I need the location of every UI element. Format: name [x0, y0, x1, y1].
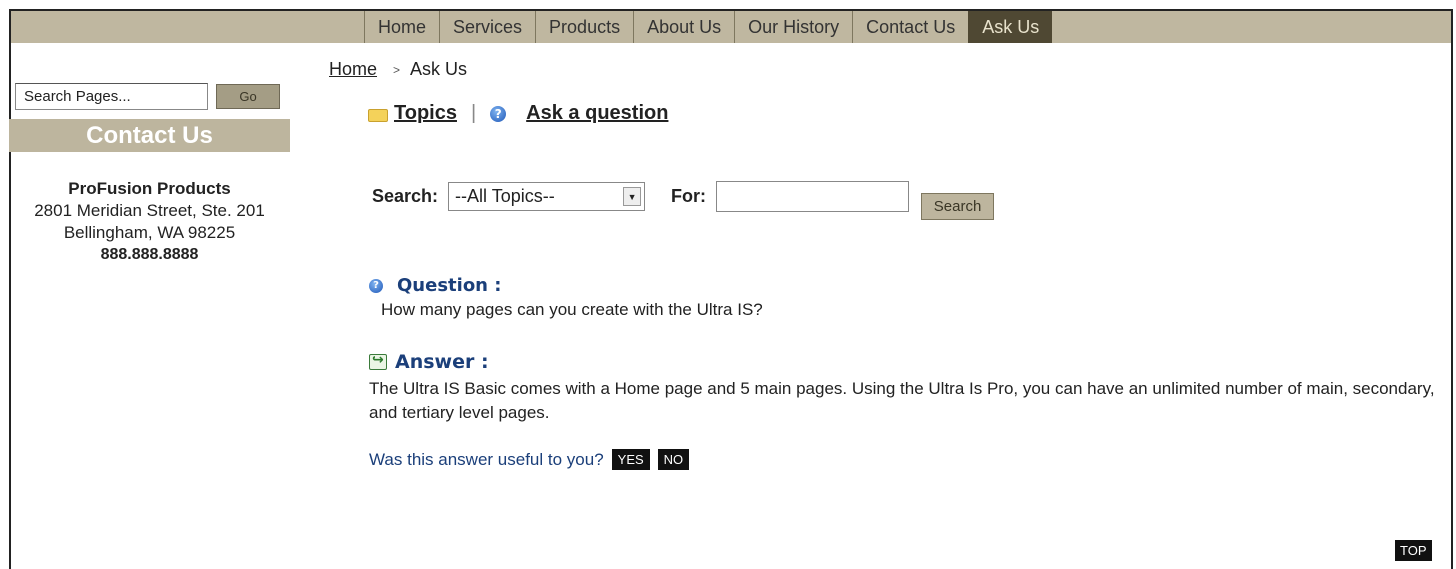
qa-block: ? Question : How many pages can you crea…: [369, 275, 1449, 470]
topic-select-value: --All Topics--: [455, 186, 555, 206]
phone-number: 888.888.8888: [100, 246, 199, 263]
company-name: ProFusion Products: [68, 179, 231, 198]
nav-services[interactable]: Services: [439, 11, 535, 43]
main-content: Home > Ask Us Topics | ? Ask a question …: [329, 59, 1449, 470]
search-pages-input[interactable]: [15, 83, 208, 110]
qa-tabs: Topics | ? Ask a question: [368, 102, 1449, 125]
yes-button[interactable]: YES: [611, 449, 650, 470]
search-button[interactable]: Search: [921, 193, 995, 220]
topic-search-form: Search: --All Topics-- ▼ For: Search: [372, 173, 1449, 220]
question-icon: ?: [490, 105, 507, 122]
breadcrumb-separator: >: [393, 62, 401, 77]
no-button[interactable]: NO: [657, 449, 690, 470]
question-label: Question :: [397, 275, 502, 296]
for-label: For:: [671, 186, 707, 206]
topic-select[interactable]: --All Topics-- ▼: [448, 182, 646, 211]
answer-icon: [369, 352, 387, 370]
go-button[interactable]: Go: [216, 84, 280, 109]
nav-contact-us[interactable]: Contact Us: [852, 11, 968, 43]
usefulness-prompt: Was this answer useful to you? YES NO: [369, 449, 1449, 470]
for-input[interactable]: [716, 181, 910, 212]
ask-question-link[interactable]: Ask a question: [526, 102, 668, 125]
nav-ask-us[interactable]: Ask Us: [968, 11, 1053, 43]
tab-divider: |: [470, 102, 477, 124]
question-icon: ?: [369, 278, 383, 293]
nav-home[interactable]: Home: [364, 11, 439, 43]
page-frame: Home Services Products About Us Our Hist…: [9, 9, 1453, 569]
folder-icon: [368, 107, 388, 122]
answer-text: The Ultra IS Basic comes with a Home pag…: [369, 379, 1435, 422]
nav-products[interactable]: Products: [535, 11, 633, 43]
breadcrumb: Home > Ask Us: [329, 59, 1449, 80]
nav-about-us[interactable]: About Us: [633, 11, 734, 43]
breadcrumb-home-link[interactable]: Home: [329, 59, 377, 80]
top-nav: Home Services Products About Us Our Hist…: [11, 11, 1451, 43]
contact-address: ProFusion Products 2801 Meridian Street,…: [9, 178, 290, 266]
nav-our-history[interactable]: Our History: [734, 11, 852, 43]
sidebar: Go Contact Us ProFusion Products 2801 Me…: [9, 83, 297, 266]
city-address: Bellingham, WA 98225: [63, 223, 236, 242]
sidebar-search: Go: [15, 83, 297, 110]
answer-header: Answer :: [369, 351, 1449, 373]
question-text: How many pages can you create with the U…: [381, 300, 763, 319]
search-label: Search:: [372, 186, 439, 206]
answer-label: Answer :: [395, 351, 489, 373]
chevron-down-icon[interactable]: ▼: [623, 187, 642, 206]
street-address: 2801 Meridian Street, Ste. 201: [34, 201, 265, 220]
breadcrumb-current: Ask Us: [410, 59, 468, 79]
useful-question: Was this answer useful to you?: [369, 449, 604, 469]
question-header: ? Question :: [369, 275, 1449, 296]
topics-link[interactable]: Topics: [394, 102, 457, 125]
top-button[interactable]: TOP: [1395, 540, 1432, 561]
contact-us-header: Contact Us: [9, 119, 290, 152]
